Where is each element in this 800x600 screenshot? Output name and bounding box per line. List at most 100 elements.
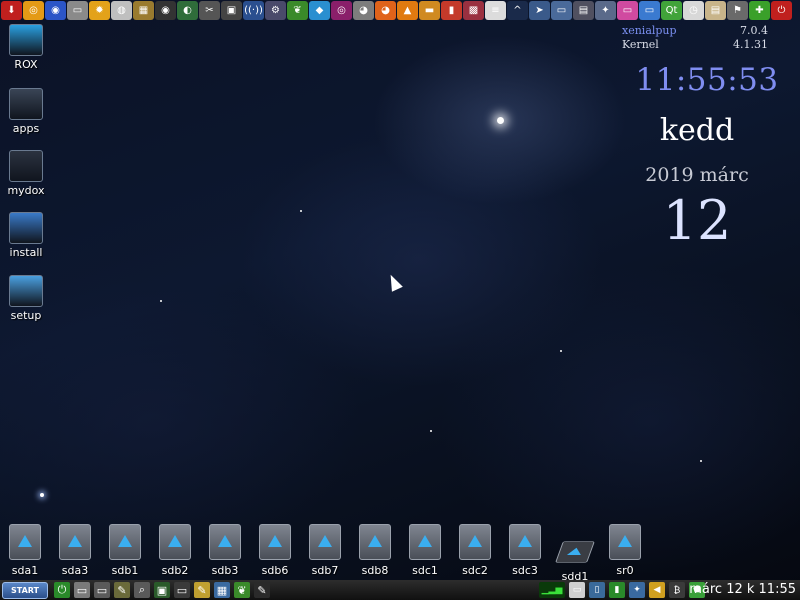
drive-sr0[interactable]: sr0	[603, 520, 647, 577]
drive-sdb7[interactable]: sdb7	[303, 520, 347, 577]
drive-icon	[555, 541, 595, 563]
hat-icon[interactable]: ▬	[419, 1, 440, 20]
leaf-icon[interactable]: ❦	[234, 582, 250, 598]
drive-sdb2[interactable]: sdb2	[153, 520, 197, 577]
drive-sdc3[interactable]: sdc3	[503, 520, 547, 577]
terminal-icon[interactable]: ▣	[154, 582, 170, 598]
desktop-icon-mydox[interactable]: mydox	[4, 150, 48, 197]
drive-icon	[109, 524, 141, 560]
media-icon[interactable]: ◉	[155, 1, 176, 20]
firefox-icon[interactable]: ◕	[375, 1, 396, 20]
clipboard-icon[interactable]: ▭	[569, 582, 585, 598]
drive-icon	[159, 524, 191, 560]
kernel-version: 4.1.31	[733, 38, 768, 51]
sphere-icon[interactable]: ◕	[353, 1, 374, 20]
puzzle-icon[interactable]: ✦	[595, 1, 616, 20]
clock-widget: xenialpup 7.0.4 Kernel 4.1.31 11:55:53 k…	[622, 24, 798, 252]
settings-icon[interactable]: ⚙	[265, 1, 286, 20]
puppy-icon[interactable]: ◎	[23, 1, 44, 20]
drive-icon	[509, 524, 541, 560]
volume-icon[interactable]: ◀	[649, 582, 665, 598]
os-name: xenialpup	[622, 24, 677, 37]
drive-sda1[interactable]: sda1	[3, 520, 47, 577]
desktop-icon-label: install	[9, 246, 43, 259]
qt-icon[interactable]: Qt	[661, 1, 682, 20]
drive-sdb3[interactable]: sdb3	[203, 520, 247, 577]
chevron-up-icon[interactable]: ^	[507, 1, 528, 20]
text-icon[interactable]: ≡	[485, 1, 506, 20]
down-arrow-icon[interactable]: ⬇	[1, 1, 22, 20]
tools-icon[interactable]: ✎	[114, 582, 130, 598]
world-icon[interactable]: ◐	[177, 1, 198, 20]
clock-date: 12	[662, 189, 732, 252]
drive-sdc1[interactable]: sdc1	[403, 520, 447, 577]
leaf-icon[interactable]: ❦	[287, 1, 308, 20]
os-row: xenialpup 7.0.4	[622, 24, 798, 38]
screenshot-icon[interactable]: ▭	[617, 1, 638, 20]
drive-label: sdb2	[161, 564, 189, 577]
picture-icon[interactable]: ▩	[463, 1, 484, 20]
drive-icon[interactable]: ▭	[74, 582, 90, 598]
apps-folder-icon	[9, 88, 43, 120]
floppy-icon[interactable]: ▤	[573, 1, 594, 20]
drive-sdd1[interactable]: sdd1	[553, 520, 597, 583]
drive2-icon[interactable]: ▭	[94, 582, 110, 598]
monitor-icon[interactable]: ▭	[174, 582, 190, 598]
grid-icon[interactable]: ▦	[133, 1, 154, 20]
drive-sdb8[interactable]: sdb8	[353, 520, 397, 577]
globe-icon[interactable]: ◉	[45, 1, 66, 20]
thermo-icon[interactable]: ₿	[669, 582, 685, 598]
tools-icon[interactable]: ✂	[199, 1, 220, 20]
desktop-icon-ROX[interactable]: ROX	[4, 24, 48, 71]
drive-icon	[309, 524, 341, 560]
image-icon[interactable]: ▣	[221, 1, 242, 20]
sun-icon[interactable]: ✹	[89, 1, 110, 20]
drive-icon	[409, 524, 441, 560]
target-icon[interactable]: ◎	[331, 1, 352, 20]
star	[700, 460, 702, 462]
drive-sdc2[interactable]: sdc2	[453, 520, 497, 577]
power-icon[interactable]: ⏻	[54, 582, 70, 598]
desktop-icon-install[interactable]: install	[4, 212, 48, 259]
flag-icon[interactable]: ⚑	[727, 1, 748, 20]
window-icon[interactable]: ▭	[639, 1, 660, 20]
tray-clock[interactable]: márc 12 k 11:55	[689, 582, 796, 597]
top-launcher-bar: ⬇ ◎ ◉ ▭ ✹ ◍ ▦ ◉ ◐ ✂ ▣ ((·)) ⚙ ❦ ◆ ◎ ◕ ◕ ▲ ▬ ▮ ▩ ≡ ^ ➤ ▭ ▤ ✦ ▭ ▭ Qt ◷ ▤ ⚑ ✚…	[0, 0, 800, 22]
desktop-icon-label: ROX	[14, 58, 38, 71]
puzzle-piece-icon[interactable]: ✚	[749, 1, 770, 20]
desktop-icon-setup[interactable]: setup	[4, 275, 48, 322]
pencils-icon[interactable]: ▮	[441, 1, 462, 20]
drive-label: sdc1	[412, 564, 438, 577]
drive-label: sdb6	[261, 564, 289, 577]
disc-icon[interactable]: ◍	[111, 1, 132, 20]
pen-icon[interactable]: ✎	[254, 582, 270, 598]
install-icon	[9, 212, 43, 244]
wifi-icon[interactable]: ((·))	[243, 1, 264, 20]
drive-label: sdc2	[462, 564, 488, 577]
os-version: 7.0.4	[740, 24, 768, 37]
taskbar-launchers: ⏻ ▭ ▭ ✎ ⌕ ▣ ▭ ✎ ▦ ❦ ✎	[50, 582, 270, 598]
power-icon[interactable]: ⏻	[771, 1, 792, 20]
drive-label: sdb1	[111, 564, 139, 577]
mobile-icon[interactable]: ▯	[589, 582, 605, 598]
monitor-icon[interactable]: ▭	[551, 1, 572, 20]
start-button[interactable]: START	[2, 581, 48, 599]
drive-label: sdb7	[311, 564, 339, 577]
notes-icon[interactable]: ▤	[705, 1, 726, 20]
edit-icon[interactable]: ✎	[194, 582, 210, 598]
vlc-icon[interactable]: ▲	[397, 1, 418, 20]
desktop-icon-apps[interactable]: apps	[4, 88, 48, 135]
clock-icon[interactable]: ◷	[683, 1, 704, 20]
magnifier-icon[interactable]: ⌕	[134, 582, 150, 598]
drive-sdb6[interactable]: sdb6	[253, 520, 297, 577]
drive-icon[interactable]: ▭	[67, 1, 88, 20]
network-icon[interactable]: ✦	[629, 582, 645, 598]
cpu-graph-icon[interactable]: ▁▂▅	[539, 582, 565, 598]
drive-sda3[interactable]: sda3	[53, 520, 97, 577]
drive-sdb1[interactable]: sdb1	[103, 520, 147, 577]
calculator-icon[interactable]: ▦	[214, 582, 230, 598]
pointer-icon[interactable]: ➤	[529, 1, 550, 20]
drive-label: sda3	[61, 564, 89, 577]
kite-icon[interactable]: ◆	[309, 1, 330, 20]
battery-icon[interactable]: ▮	[609, 582, 625, 598]
